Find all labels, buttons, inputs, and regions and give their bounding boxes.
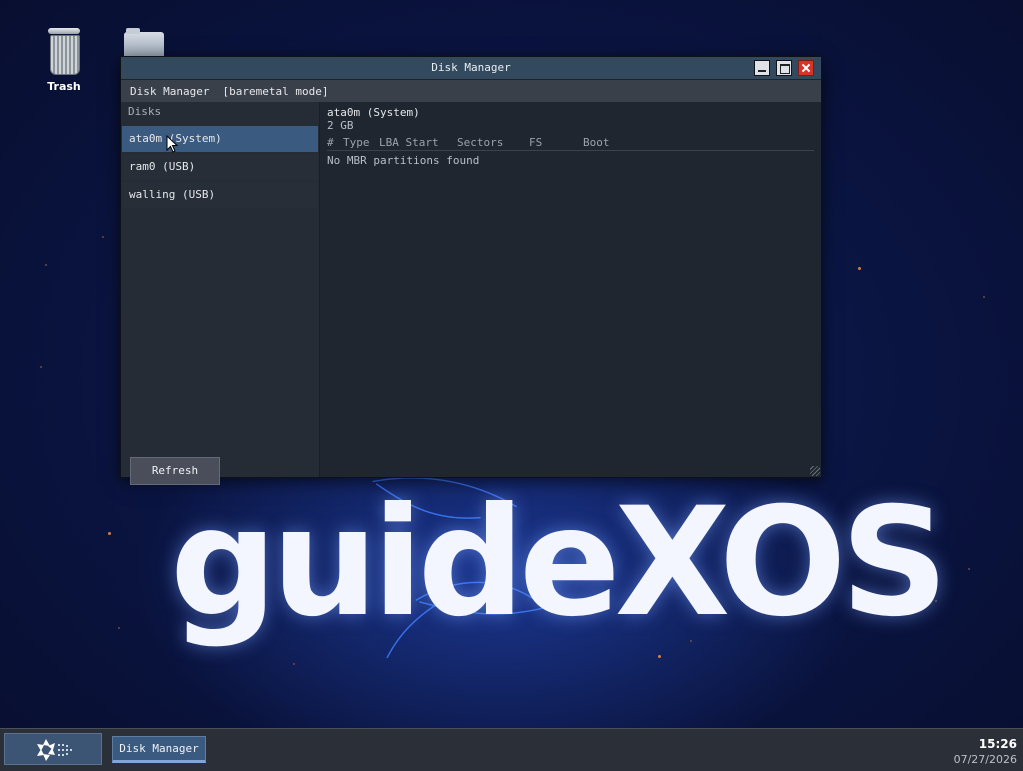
window-resize-grip[interactable] xyxy=(810,466,820,476)
star xyxy=(108,532,111,535)
minimize-button[interactable] xyxy=(754,60,770,76)
taskbar: Disk Manager 15:26 07/27/2026 xyxy=(0,728,1023,771)
disk-item-ata0m[interactable]: ata0m (System) xyxy=(122,126,318,152)
column-header-number: # xyxy=(327,136,334,149)
column-header-sectors: Sectors xyxy=(457,136,504,149)
menu-app-label[interactable]: Disk Manager xyxy=(130,85,209,98)
disk-item-walling[interactable]: walling (USB) xyxy=(122,182,318,208)
taskbar-item-disk-manager[interactable]: Disk Manager xyxy=(112,736,206,763)
window-menubar: Disk Manager [baremetal mode] xyxy=(121,80,821,102)
close-button[interactable] xyxy=(798,60,814,76)
partition-empty-message: No MBR partitions found xyxy=(327,154,480,167)
star xyxy=(983,296,985,298)
column-header-fs: FS xyxy=(529,136,543,149)
star xyxy=(968,568,970,570)
trash-icon xyxy=(46,26,82,75)
star xyxy=(102,236,104,238)
disk-list-header: Disks xyxy=(128,105,162,118)
window-title: Disk Manager xyxy=(431,61,511,74)
menu-mode-label: [baremetal mode] xyxy=(222,84,329,98)
star xyxy=(293,663,295,665)
refresh-button[interactable]: Refresh xyxy=(130,457,220,485)
start-button[interactable] xyxy=(4,733,102,765)
window-titlebar[interactable]: Disk Manager xyxy=(121,57,821,80)
disk-manager-window: Disk Manager Disk Manager [baremetal mod… xyxy=(120,56,822,485)
star xyxy=(858,267,861,270)
star xyxy=(118,627,120,629)
clock-time: 15:26 xyxy=(978,737,1017,751)
star xyxy=(45,264,47,266)
disk-detail-title: ata0m (System) xyxy=(327,106,420,119)
star xyxy=(40,366,42,368)
disk-item-ram0[interactable]: ram0 (USB) xyxy=(122,154,318,180)
desktop-icon-label: Trash xyxy=(47,80,81,93)
desktop-icon-folder[interactable] xyxy=(124,28,168,58)
column-header-boot: Boot xyxy=(583,136,610,149)
maximize-button[interactable] xyxy=(776,60,792,76)
mouse-pointer-icon xyxy=(166,135,178,153)
clock-date: 07/27/2026 xyxy=(953,753,1017,766)
wallpaper-brand-text: guideXOS xyxy=(170,476,949,650)
guidexos-logo-icon xyxy=(37,739,72,761)
desktop: guideXOS Trash Disk Manager Disk Manager… xyxy=(0,0,1023,728)
desktop-icon-trash[interactable]: Trash xyxy=(38,26,90,93)
disk-list-sidebar: Disks ata0m (System) ram0 (USB) walling … xyxy=(121,102,320,485)
taskbar-clock[interactable]: 15:26 07/27/2026 xyxy=(954,737,1017,767)
disk-detail-size: 2 GB xyxy=(327,119,354,132)
partition-table-header: # Type LBA Start Sectors FS Boot xyxy=(327,136,814,151)
column-header-type: Type xyxy=(343,136,370,149)
column-header-lba-start: LBA Start xyxy=(379,136,439,149)
folder-icon xyxy=(124,28,164,56)
disk-detail-panel: ata0m (System) 2 GB # Type LBA Start Sec… xyxy=(320,102,821,477)
window-body: Disks ata0m (System) ram0 (USB) walling … xyxy=(121,102,821,485)
